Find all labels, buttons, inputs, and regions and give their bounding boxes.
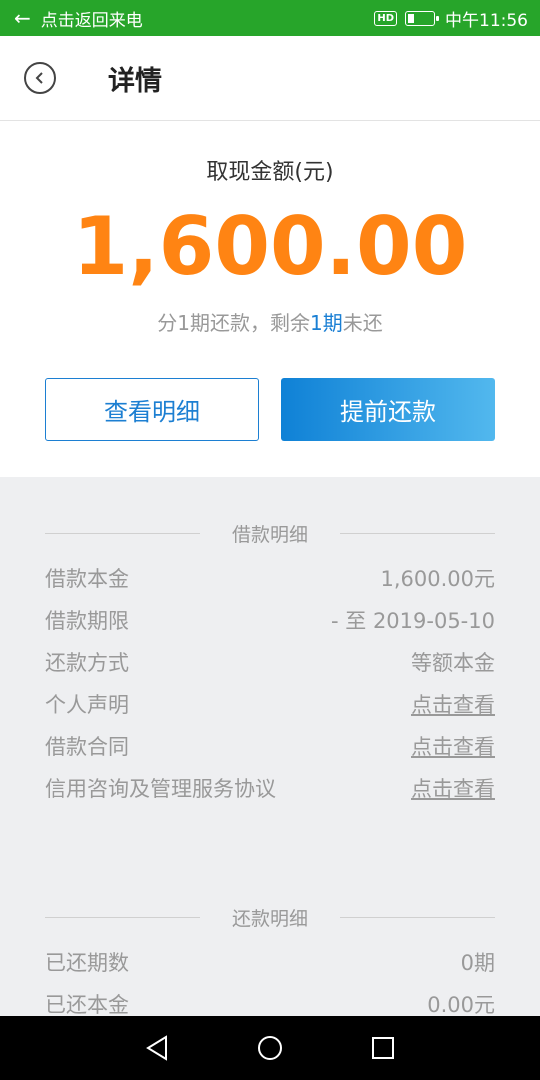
repay-detail-row-label: 已还本金 (45, 993, 129, 1017)
repay-detail-row-label: 已还期数 (45, 951, 129, 975)
recents-square-icon[interactable] (363, 1028, 403, 1068)
loan-detail-divider: 借款明细 (45, 518, 495, 548)
installments-remaining: 1期 (310, 311, 343, 335)
amount-label: 取现金额(元) (206, 160, 334, 185)
installments-suffix: 未还 (342, 311, 383, 335)
loan-detail-row: 借款期限 - 至 2019-05-10 (45, 599, 495, 641)
loan-detail-row[interactable]: 借款合同 点击查看 (45, 725, 495, 767)
loan-detail-row: 还款方式 等额本金 (45, 641, 495, 683)
repay-detail-divider: 还款明细 (45, 902, 495, 932)
back-triangle-icon[interactable] (137, 1028, 177, 1068)
repay-detail-row: 已还期数 0期 (45, 941, 495, 983)
back-arrow-icon[interactable]: ← (14, 8, 31, 28)
repay-detail-row-value: 0期 (460, 951, 495, 975)
loan-detail-heading: 借款明细 (231, 524, 308, 546)
hd-icon: HD (374, 10, 397, 26)
installments-status: 分1期还款，剩余1期未还 (0, 307, 540, 336)
loan-detail-view-link[interactable]: 点击查看 (411, 731, 495, 761)
back-circle-icon[interactable] (24, 62, 56, 94)
system-nav-bar (0, 1016, 540, 1080)
app-header: 详情 (0, 36, 540, 121)
loan-detail-view-link[interactable]: 点击查看 (411, 689, 495, 719)
battery-icon (405, 10, 439, 26)
loan-detail-row-label: 个人声明 (45, 693, 129, 717)
withdrawal-summary: 取现金额(元) 1,600.00 分1期还款，剩余1期未还 查看明细 提前还款 (0, 121, 540, 477)
loan-detail-row-value: - 至 2019-05-10 (331, 609, 495, 633)
view-detail-button[interactable]: 查看明细 (45, 378, 259, 441)
loan-detail-row-value: 等额本金 (411, 651, 495, 675)
loan-detail-section: 借款明细 借款本金 1,600.00元借款期限 - 至 2019-05-10 还款方式… (0, 518, 540, 809)
repay-detail-row-value: 0.00元 (427, 993, 495, 1017)
loan-detail-view-link[interactable]: 点击查看 (411, 773, 495, 803)
installments-prefix: 分1期还款，剩余 (157, 311, 310, 335)
loan-detail-row-label: 还款方式 (45, 651, 129, 675)
loan-detail-row-label: 借款本金 (45, 567, 129, 591)
home-circle-icon[interactable] (250, 1028, 290, 1068)
loan-detail-row-value: 1,600.00元 (380, 567, 495, 591)
loan-detail-row[interactable]: 个人声明 点击查看 (45, 683, 495, 725)
loan-detail-row-label: 借款合同 (45, 735, 129, 759)
repay-early-button[interactable]: 提前还款 (281, 378, 495, 441)
repay-detail-section: 还款明细 已还期数 0期已还本金 0.00元 (0, 902, 540, 1025)
clock: 中午11:56 (445, 10, 528, 31)
loan-detail-row: 借款本金 1,600.00元 (45, 557, 495, 599)
loan-detail-row-label: 借款期限 (45, 609, 129, 633)
repay-detail-heading: 还款明细 (231, 908, 308, 930)
loan-detail-row[interactable]: 信用咨询及管理服务协议 点击查看 (45, 767, 495, 809)
return-to-call-text[interactable]: 点击返回来电 (41, 6, 143, 31)
loan-detail-row-label: 信用咨询及管理服务协议 (45, 777, 276, 801)
amount-value: 1,600.00 (72, 200, 468, 293)
page-title: 详情 (108, 65, 162, 97)
status-bar: ← 点击返回来电 HD 中午11:56 (0, 0, 540, 36)
